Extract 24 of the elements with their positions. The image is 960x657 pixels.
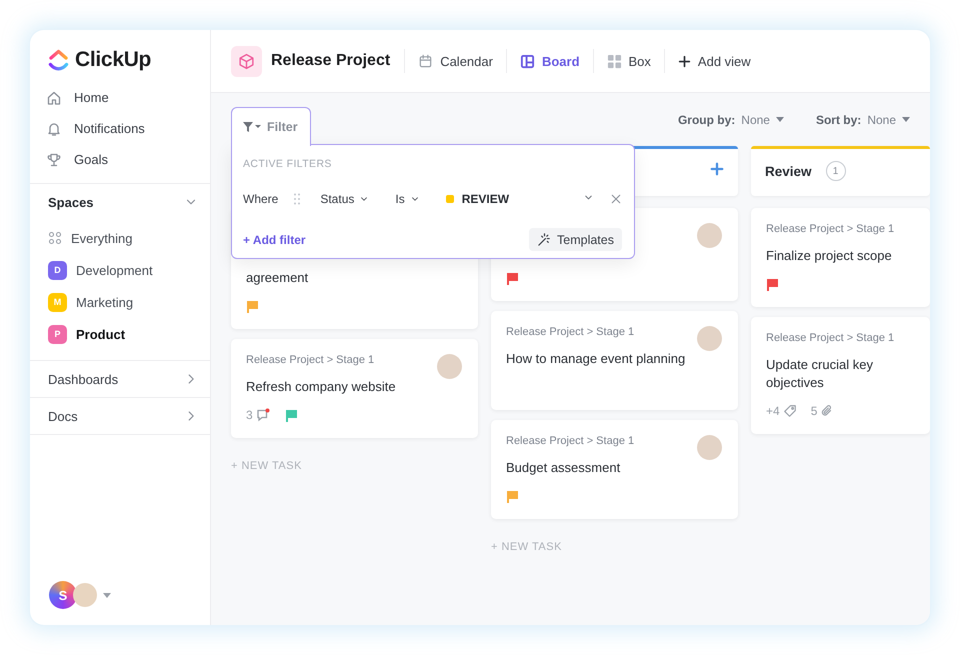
where-label: Where	[243, 192, 278, 206]
project-title: Release Project	[271, 52, 390, 70]
comment-count: 3	[246, 408, 253, 422]
task-title: Refresh company website	[246, 378, 397, 396]
tag-count: +4	[766, 404, 780, 418]
task-count: 1	[826, 161, 846, 181]
logo-wordmark: ClickUp	[75, 48, 152, 72]
column-title: Review	[765, 164, 812, 178]
task-breadcrumb: Release Project > Stage 1	[766, 222, 894, 237]
active-filters-heading: ACTIVE FILTERS	[243, 158, 333, 170]
task-breadcrumb: Release Project > Stage 1	[506, 434, 634, 449]
spaces-heading: Spaces	[48, 194, 94, 210]
task-breadcrumb: Release Project > Stage 1	[246, 353, 374, 368]
task-title: Update crucial key objectives	[766, 356, 874, 392]
task-title: Finalize project scope	[766, 247, 893, 265]
task-title: agreement	[246, 269, 310, 287]
attachment-count: 5	[810, 404, 818, 418]
space-badge: M	[48, 292, 67, 312]
space-badge: D	[48, 260, 67, 280]
space-badge: P	[48, 324, 67, 344]
task-breadcrumb: Release Project > Stage 1	[766, 331, 894, 346]
task-breadcrumb: Release Project > Stage 1	[506, 325, 634, 340]
task-title: Budget assessment	[506, 459, 622, 477]
task-title: How to manage event planning	[506, 350, 686, 368]
